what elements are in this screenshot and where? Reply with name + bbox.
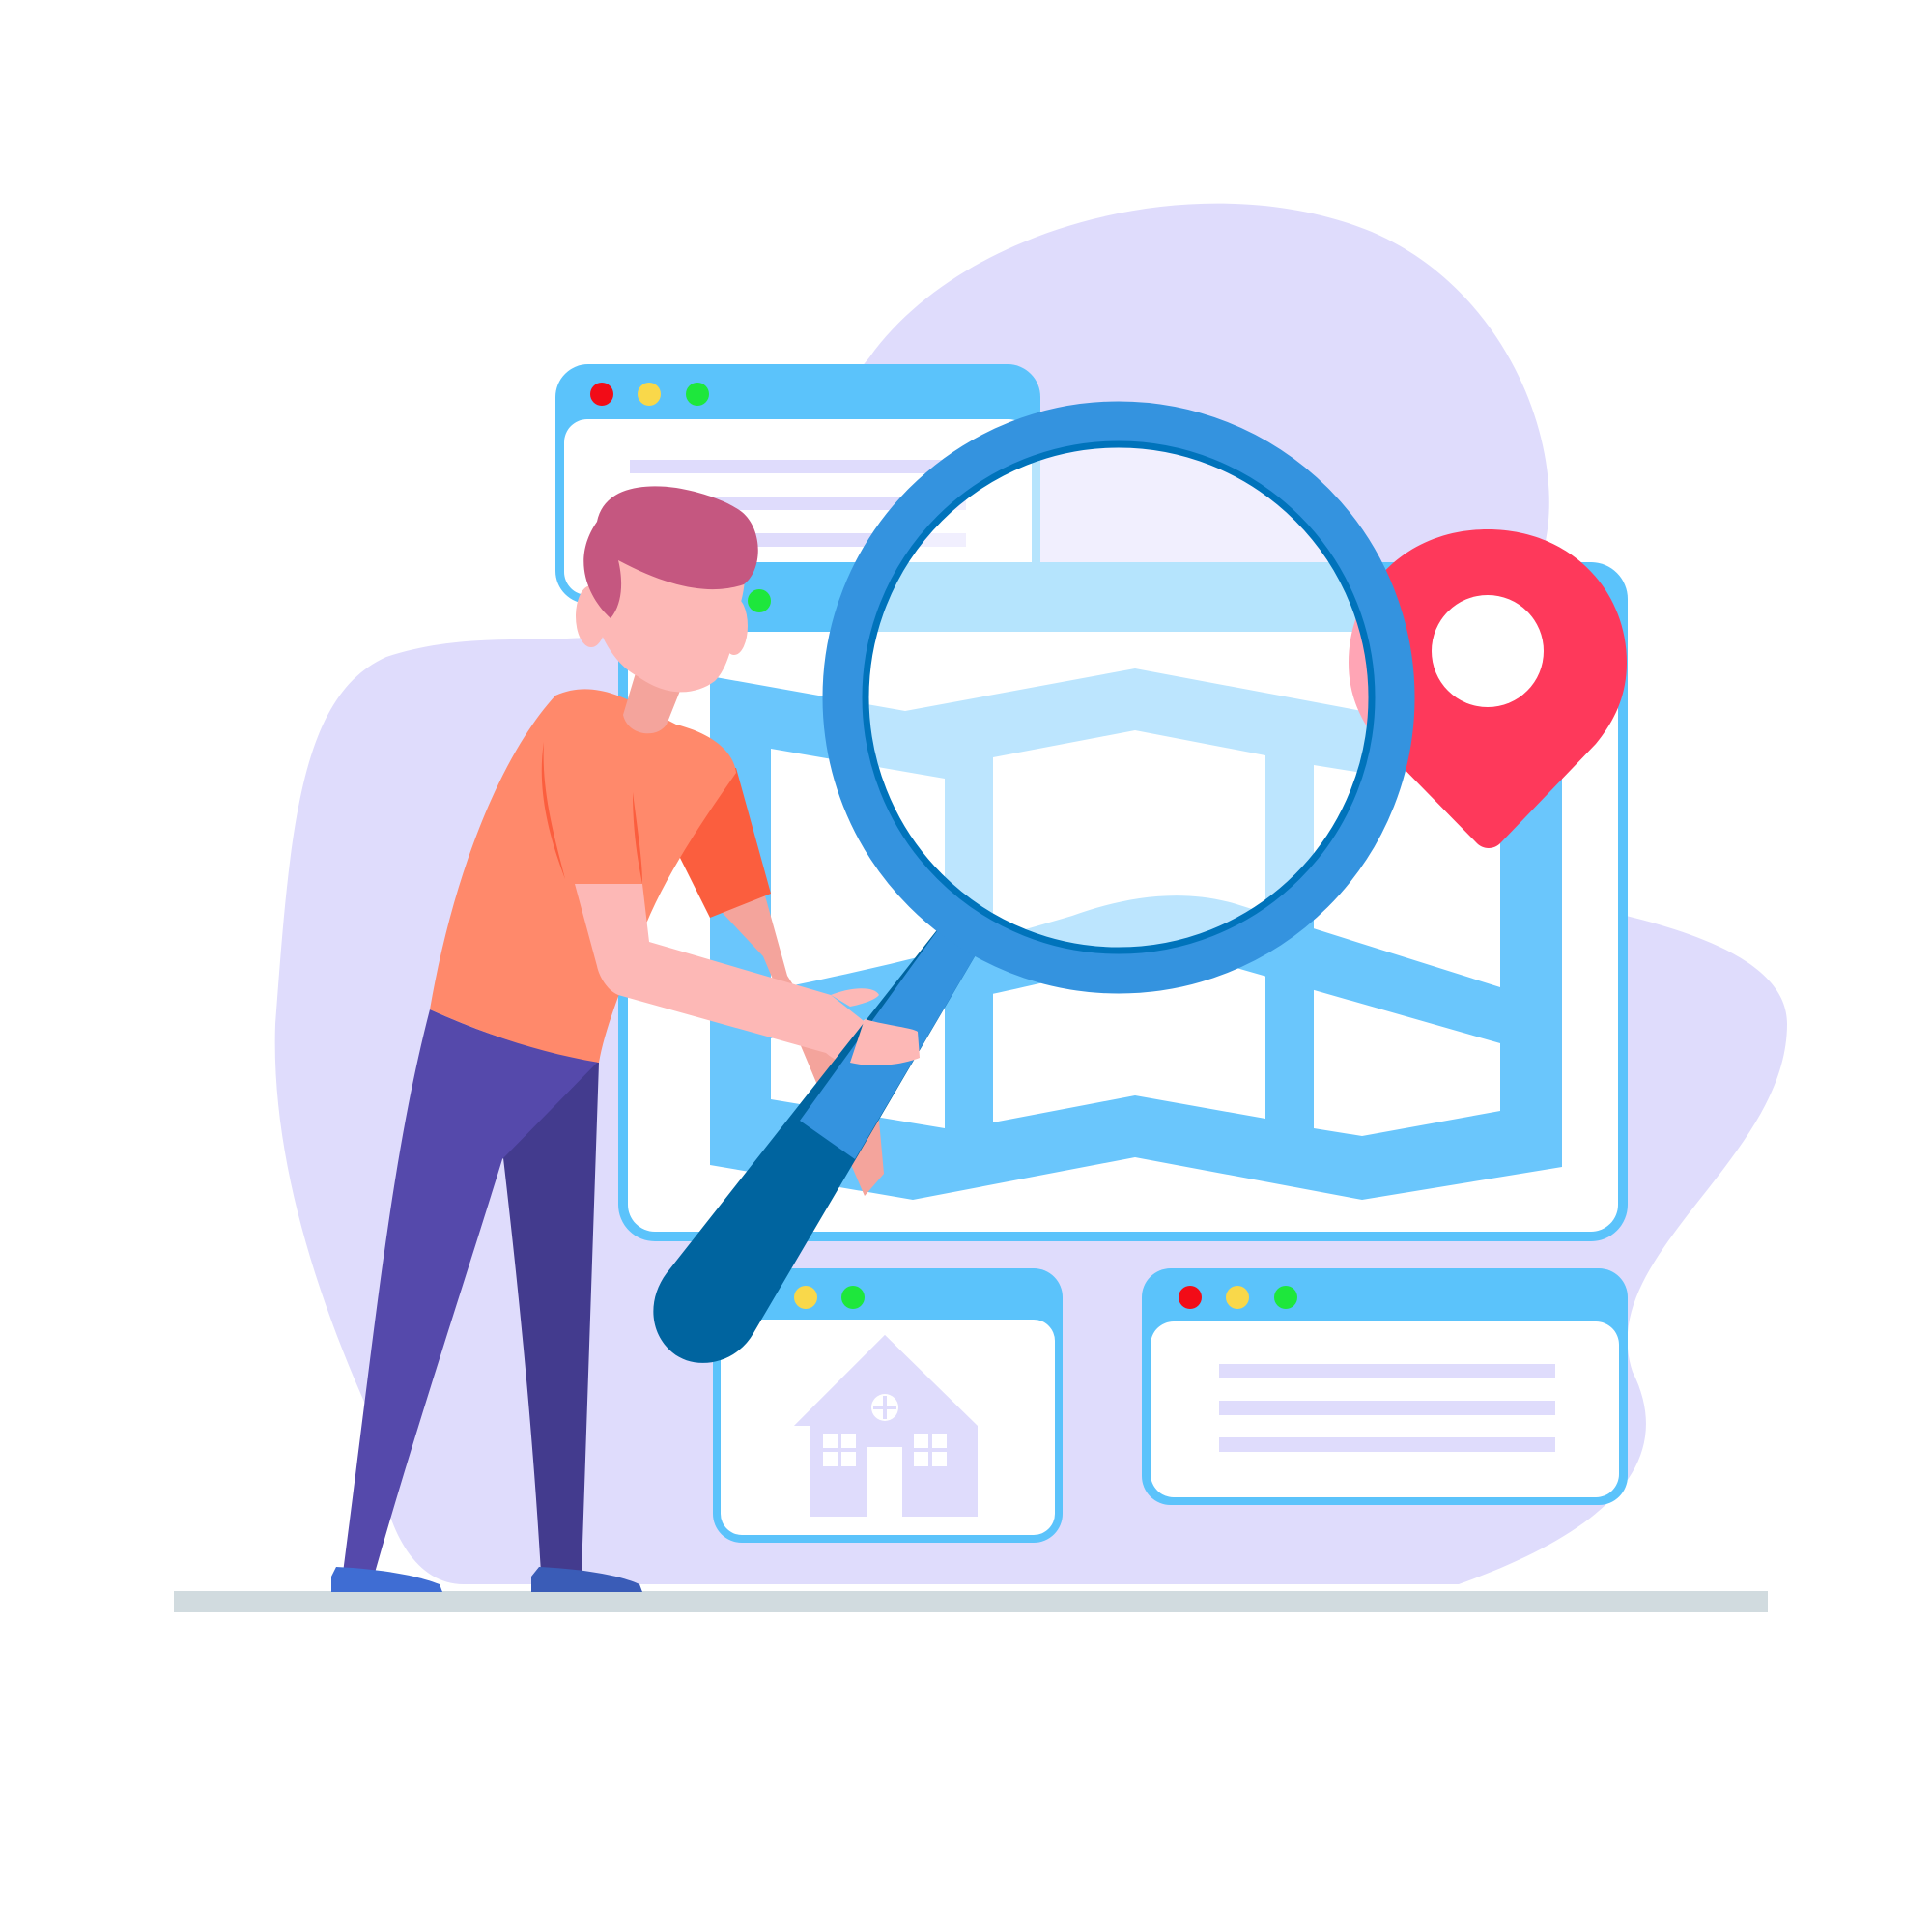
window-close-dot bbox=[1179, 1286, 1202, 1309]
window-maximize-dot bbox=[686, 383, 709, 406]
window-minimize-dot bbox=[638, 383, 661, 406]
window-maximize-dot bbox=[841, 1286, 865, 1309]
text-line bbox=[1219, 1364, 1555, 1378]
window-minimize-dot bbox=[1226, 1286, 1249, 1309]
text-line bbox=[1219, 1401, 1555, 1415]
text-window bbox=[1142, 1268, 1628, 1505]
window-maximize-dot bbox=[1274, 1286, 1297, 1309]
floor-line bbox=[174, 1591, 1768, 1612]
text-line bbox=[1219, 1437, 1555, 1452]
window-maximize-dot bbox=[748, 589, 771, 612]
text-line bbox=[630, 460, 966, 473]
window-minimize-dot bbox=[794, 1286, 817, 1309]
map-search-illustration bbox=[174, 203, 1787, 1612]
person-ear bbox=[721, 597, 748, 655]
window-close-dot bbox=[590, 383, 613, 406]
